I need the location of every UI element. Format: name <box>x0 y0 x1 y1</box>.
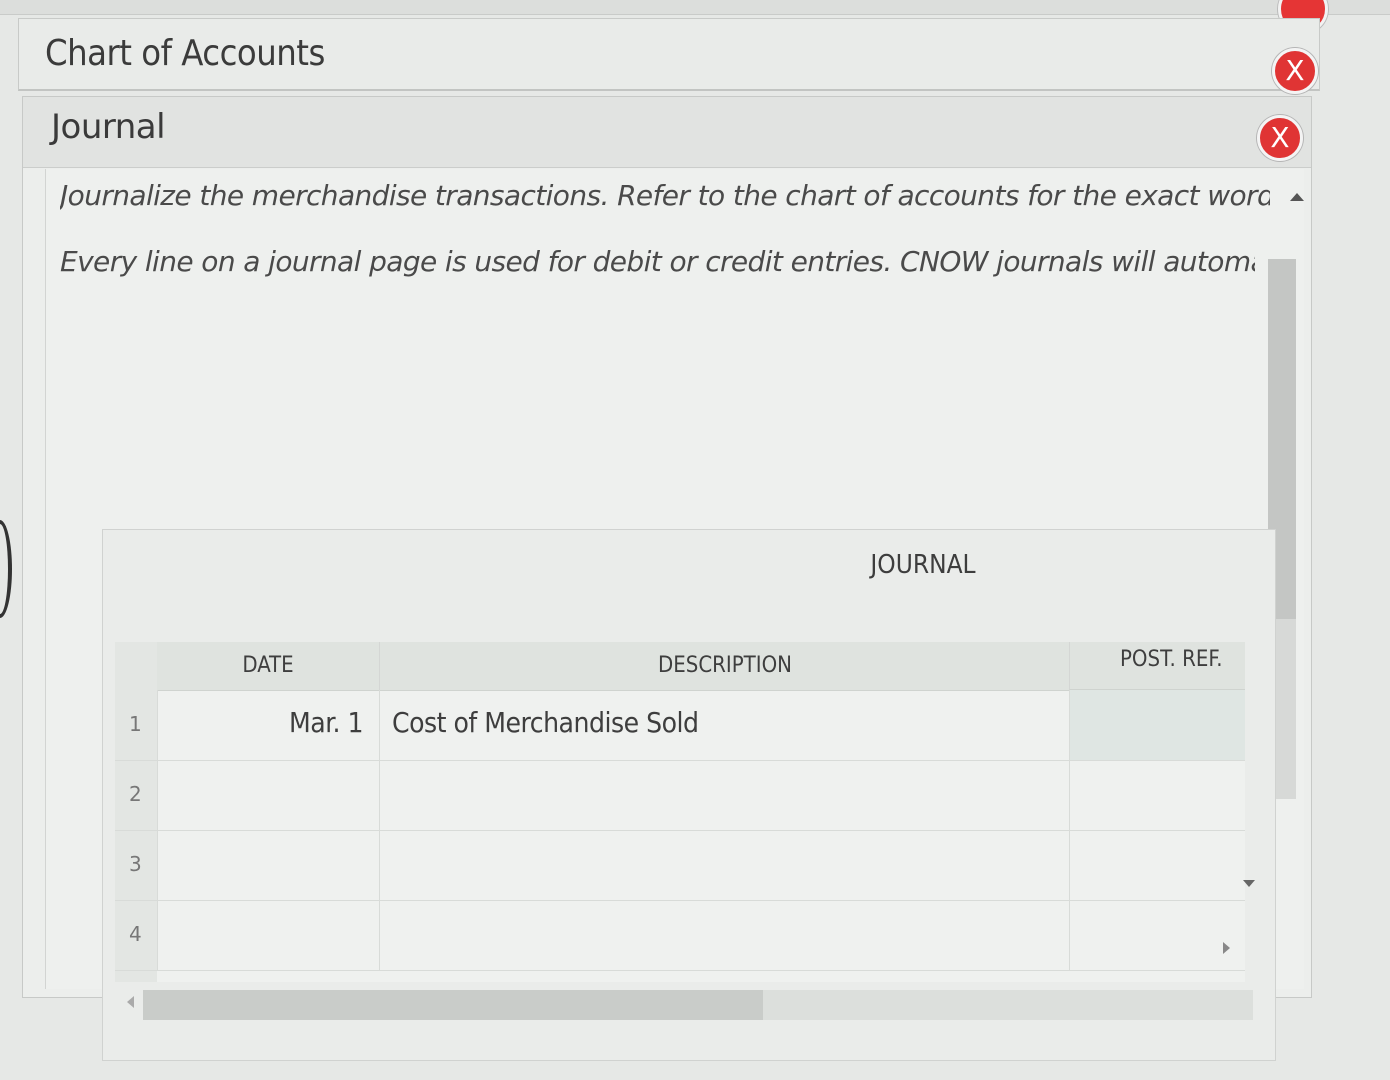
scroll-right-icon[interactable] <box>1223 942 1230 954</box>
row-number: 2 <box>129 782 142 806</box>
row-number: 4 <box>129 922 142 946</box>
description-value: Cost of Merchandise Sold <box>392 706 699 739</box>
post-ref-cell[interactable] <box>1069 830 1245 900</box>
date-cell[interactable] <box>157 830 379 900</box>
table-row: 2 <box>115 760 1245 831</box>
table-row: 3 <box>115 830 1245 901</box>
journal-panel: Journal X Journalize the merchandise tra… <box>22 96 1312 1061</box>
table-row: 4 <box>115 900 1245 971</box>
scroll-up-icon[interactable] <box>1290 193 1304 201</box>
table-row: 1 Mar. 1 Cost of Merchandise Sold <box>115 690 1245 761</box>
date-cell[interactable] <box>157 900 379 970</box>
description-cell[interactable] <box>379 760 1069 830</box>
journal-content: Journalize the merchandise transactions.… <box>45 169 1304 1061</box>
post-ref-cell[interactable] <box>1069 760 1245 830</box>
post-ref-cell[interactable] <box>1069 900 1245 970</box>
date-cell[interactable] <box>157 760 379 830</box>
close-icon[interactable]: X <box>1272 48 1318 94</box>
journal-grid: DATE DESCRIPTION POST. REF. 1 Mar. 1 Cos… <box>115 642 1245 982</box>
horizontal-scroll-thumb[interactable] <box>143 990 763 1020</box>
post-ref-cell[interactable] <box>1069 690 1245 760</box>
journal-table-container: JOURNAL DATE DESCRIPTION POST. REF. 1 Ma… <box>102 529 1276 1061</box>
instruction-line-1: Journalize the merchandise transactions.… <box>60 179 1270 212</box>
scroll-left-icon[interactable] <box>127 996 134 1008</box>
date-value: Mar. 1 <box>289 706 363 739</box>
top-strip <box>0 0 1390 15</box>
description-cell[interactable] <box>379 900 1069 970</box>
journal-title: Journal <box>51 107 166 147</box>
description-cell[interactable]: Cost of Merchandise Sold <box>379 690 1069 760</box>
date-cell[interactable]: Mar. 1 <box>157 690 379 760</box>
description-header: DESCRIPTION <box>379 642 1070 691</box>
chart-of-accounts-title[interactable]: Chart of Accounts <box>45 33 325 74</box>
date-header: DATE <box>157 642 379 691</box>
instruction-line-2: Every line on a journal page is used for… <box>60 245 1255 278</box>
description-cell[interactable] <box>379 830 1069 900</box>
scroll-down-icon[interactable] <box>1243 880 1255 887</box>
row-number: 1 <box>129 712 142 736</box>
close-icon[interactable]: X <box>1257 115 1303 161</box>
post-ref-header: POST. REF. <box>1069 642 1245 690</box>
row-number: 3 <box>129 852 142 876</box>
left-edge-control <box>0 520 12 618</box>
journal-caption: JOURNAL <box>870 550 976 580</box>
chart-of-accounts-panel[interactable]: Chart of Accounts <box>18 18 1320 91</box>
journal-header[interactable]: Journal <box>23 97 1311 168</box>
